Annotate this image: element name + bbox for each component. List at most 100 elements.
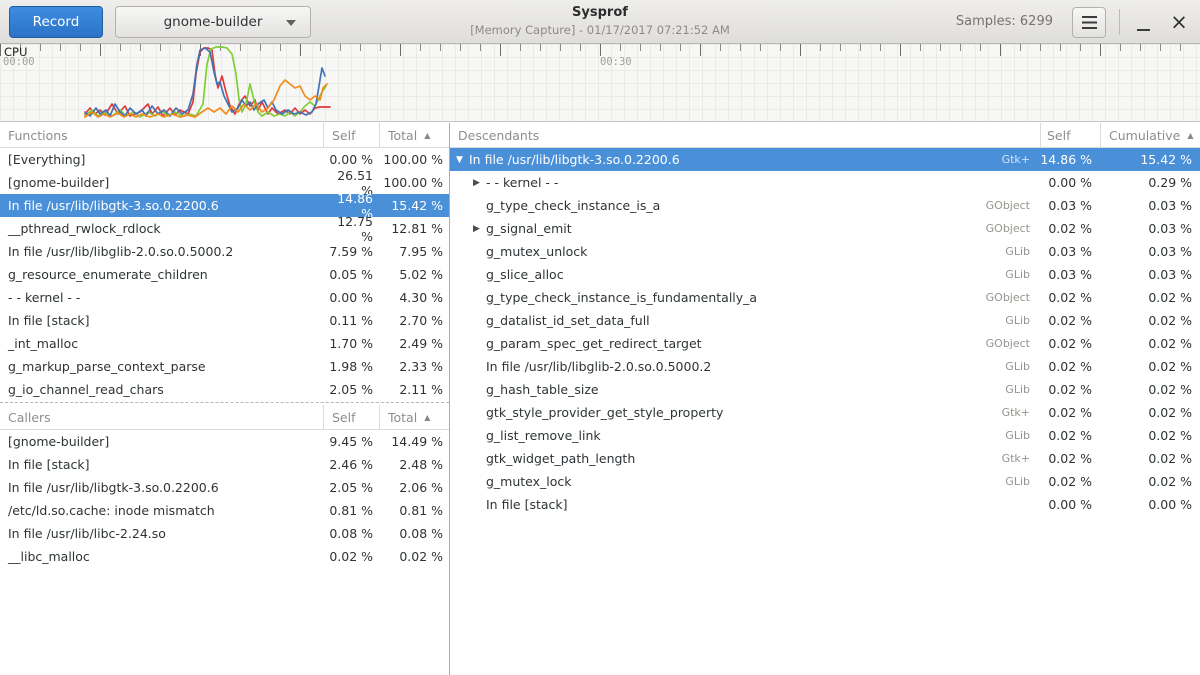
column-header-total[interactable]: Total ▲ — [379, 123, 449, 148]
descendants-table: ▼In file /usr/lib/libgtk-3.so.0.2200.6Gt… — [450, 148, 1200, 516]
row-self-percent: 0.02 % — [1040, 405, 1100, 420]
table-row[interactable]: g_hash_table_sizeGLib0.02 %0.02 % — [450, 378, 1200, 401]
expander-open-icon[interactable]: ▼ — [456, 155, 469, 165]
library-badge: Gtk+ — [1002, 452, 1030, 465]
row-total-percent: 15.42 % — [380, 198, 449, 213]
table-row[interactable]: ▶g_signal_emitGObject0.02 %0.03 % — [450, 217, 1200, 240]
row-self-percent: 0.02 % — [1040, 451, 1100, 466]
table-row[interactable]: __libc_malloc0.02 %0.02 % — [0, 545, 449, 568]
library-badge: GLib — [1005, 360, 1030, 373]
table-row[interactable]: In file [stack]2.46 %2.48 % — [0, 453, 449, 476]
expander-closed-icon[interactable]: ▶ — [473, 178, 486, 188]
table-row[interactable]: ▶- - kernel - -0.00 %0.29 % — [450, 171, 1200, 194]
column-header-self[interactable]: Self — [323, 405, 379, 430]
row-function-name: [Everything] — [0, 152, 324, 167]
chevron-down-icon — [286, 20, 296, 26]
row-cumulative-percent: 0.02 % — [1100, 474, 1200, 489]
row-total-percent: 7.95 % — [380, 244, 449, 259]
row-self-percent: 0.02 % — [1040, 221, 1100, 236]
table-row[interactable]: g_slice_allocGLib0.03 %0.03 % — [450, 263, 1200, 286]
table-row[interactable]: ▼In file /usr/lib/libgtk-3.so.0.2200.6Gt… — [450, 148, 1200, 171]
row-function-name: g_list_remove_link — [486, 428, 1005, 443]
row-function-name: In file [stack] — [486, 497, 1040, 512]
row-function-name-cell: g_list_remove_linkGLib — [450, 428, 1040, 443]
hamburger-icon — [1082, 16, 1097, 29]
close-button[interactable]: × — [1162, 6, 1196, 38]
table-row[interactable]: g_list_remove_linkGLib0.02 %0.02 % — [450, 424, 1200, 447]
library-badge: GObject — [986, 291, 1030, 304]
functions-table-header: Functions Self Total ▲ — [0, 123, 449, 148]
row-function-name: - - kernel - - — [486, 175, 1040, 190]
row-self-percent: 0.02 % — [324, 549, 380, 564]
column-header-self[interactable]: Self — [1040, 123, 1100, 148]
record-button[interactable]: Record — [9, 6, 103, 38]
row-function-name: - - kernel - - — [0, 290, 324, 305]
row-function-name: [gnome-builder] — [0, 434, 324, 449]
row-function-name: g_io_channel_read_chars — [0, 382, 324, 397]
row-total-percent: 0.02 % — [380, 549, 449, 564]
table-row[interactable]: g_type_check_instance_is_aGObject0.03 %0… — [450, 194, 1200, 217]
library-badge: GLib — [1005, 268, 1030, 281]
row-self-percent: 0.02 % — [1040, 313, 1100, 328]
column-header-descendants[interactable]: Descendants — [450, 128, 1040, 143]
table-row[interactable]: [gnome-builder]26.51 %100.00 % — [0, 171, 449, 194]
left-pane: Functions Self Total ▲ [Everything]0.00 … — [0, 123, 449, 675]
row-cumulative-percent: 15.42 % — [1100, 152, 1200, 167]
table-row[interactable]: __pthread_rwlock_rdlock12.75 %12.81 % — [0, 217, 449, 240]
column-header-callers[interactable]: Callers — [0, 410, 323, 425]
table-row[interactable]: In file /usr/lib/libgtk-3.so.0.2200.62.0… — [0, 476, 449, 499]
column-header-total[interactable]: Total ▲ — [379, 405, 449, 430]
table-row[interactable]: [gnome-builder]9.45 %14.49 % — [0, 430, 449, 453]
table-row[interactable]: g_mutex_lockGLib0.02 %0.02 % — [450, 470, 1200, 493]
row-cumulative-percent: 0.00 % — [1100, 497, 1200, 512]
row-self-percent: 0.03 % — [1040, 198, 1100, 213]
cpu-green-line — [85, 47, 326, 117]
row-cumulative-percent: 0.03 % — [1100, 221, 1200, 236]
callers-table: [gnome-builder]9.45 %14.49 %In file [sta… — [0, 430, 449, 568]
profile-panes: Functions Self Total ▲ [Everything]0.00 … — [0, 123, 1200, 675]
table-row[interactable]: g_datalist_id_set_data_fullGLib0.02 %0.0… — [450, 309, 1200, 332]
table-row[interactable]: In file /usr/lib/libgtk-3.so.0.2200.614.… — [0, 194, 449, 217]
menu-button[interactable] — [1072, 7, 1106, 38]
row-function-name: In file /usr/lib/libglib-2.0.so.0.5000.2 — [0, 244, 324, 259]
row-self-percent: 9.45 % — [324, 434, 380, 449]
headerbar: Record gnome-builder Sysprof [Memory Cap… — [0, 0, 1200, 44]
table-row[interactable]: In file [stack]0.11 %2.70 % — [0, 309, 449, 332]
row-cumulative-percent: 0.02 % — [1100, 405, 1200, 420]
table-row[interactable]: g_type_check_instance_is_fundamentally_a… — [450, 286, 1200, 309]
table-row[interactable]: [Everything]0.00 %100.00 % — [0, 148, 449, 171]
table-row[interactable]: /etc/ld.so.cache: inode mismatch0.81 %0.… — [0, 499, 449, 522]
minimize-button[interactable] — [1126, 6, 1160, 38]
table-row[interactable]: In file /usr/lib/libglib-2.0.so.0.5000.2… — [0, 240, 449, 263]
row-self-percent: 0.02 % — [1040, 336, 1100, 351]
table-row[interactable]: g_param_spec_get_redirect_targetGObject0… — [450, 332, 1200, 355]
column-header-functions[interactable]: Functions — [0, 128, 323, 143]
column-header-cumulative[interactable]: Cumulative ▲ — [1100, 123, 1200, 148]
table-row[interactable]: g_mutex_unlockGLib0.03 %0.03 % — [450, 240, 1200, 263]
table-row[interactable]: gtk_widget_path_lengthGtk+0.02 %0.02 % — [450, 447, 1200, 470]
table-row[interactable]: g_io_channel_read_chars2.05 %2.11 % — [0, 378, 449, 401]
table-row[interactable]: In file [stack]0.00 %0.00 % — [450, 493, 1200, 516]
row-function-name-cell: g_type_check_instance_is_fundamentally_a… — [450, 290, 1040, 305]
expander-closed-icon[interactable]: ▶ — [473, 224, 486, 234]
row-function-name: g_type_check_instance_is_fundamentally_a — [486, 290, 986, 305]
table-row[interactable]: In file /usr/lib/libc-2.24.so0.08 %0.08 … — [0, 522, 449, 545]
row-cumulative-percent: 0.29 % — [1100, 175, 1200, 190]
row-function-name: gtk_widget_path_length — [486, 451, 1002, 466]
table-row[interactable]: _int_malloc1.70 %2.49 % — [0, 332, 449, 355]
table-row[interactable]: g_resource_enumerate_children0.05 %5.02 … — [0, 263, 449, 286]
row-total-percent: 2.49 % — [380, 336, 449, 351]
table-row[interactable]: g_markup_parse_context_parse1.98 %2.33 % — [0, 355, 449, 378]
row-total-percent: 2.06 % — [380, 480, 449, 495]
row-function-name: g_slice_alloc — [486, 267, 1005, 282]
target-process-dropdown[interactable]: gnome-builder — [115, 6, 311, 38]
sort-ascending-icon: ▲ — [424, 413, 430, 422]
table-row[interactable]: In file /usr/lib/libglib-2.0.so.0.5000.2… — [450, 355, 1200, 378]
target-process-label: gnome-builder — [164, 14, 263, 30]
column-header-self[interactable]: Self — [323, 123, 379, 148]
cpu-timeline-graph[interactable]: CPU 00:00 00:30 — [0, 44, 1200, 122]
table-row[interactable]: gtk_style_provider_get_style_propertyGtk… — [450, 401, 1200, 424]
row-function-name-cell: In file [stack] — [450, 497, 1040, 512]
row-function-name-cell: g_mutex_unlockGLib — [450, 244, 1040, 259]
table-row[interactable]: - - kernel - -0.00 %4.30 % — [0, 286, 449, 309]
